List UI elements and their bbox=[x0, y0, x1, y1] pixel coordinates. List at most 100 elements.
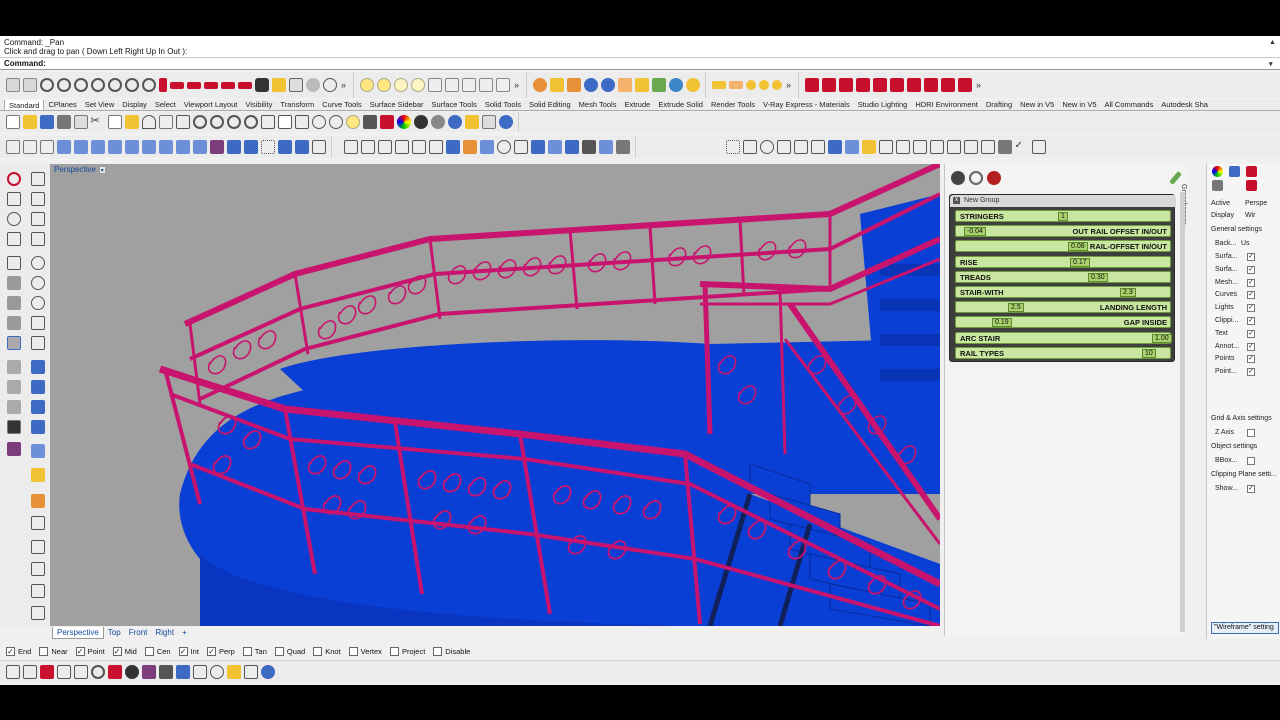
surface-corner-icon[interactable] bbox=[6, 336, 21, 350]
osnap-perp[interactable]: ✓ Perp bbox=[206, 646, 235, 656]
grid-icon[interactable] bbox=[495, 78, 510, 92]
tab-extrude-solid[interactable]: Extrude Solid bbox=[654, 100, 707, 110]
bulb-icon[interactable] bbox=[345, 115, 360, 129]
surface-icon[interactable] bbox=[73, 140, 88, 154]
render-icon[interactable] bbox=[158, 78, 167, 92]
tab-select[interactable]: Select bbox=[151, 100, 180, 110]
slider-value[interactable]: 2.5 bbox=[1008, 303, 1024, 312]
help-icon[interactable] bbox=[498, 115, 513, 129]
explode-icon[interactable] bbox=[56, 664, 71, 679]
osnap-checkbox[interactable] bbox=[242, 646, 252, 656]
tab-top[interactable]: Top bbox=[104, 627, 125, 639]
zoom-target-icon[interactable] bbox=[124, 78, 139, 92]
bim-icon[interactable] bbox=[158, 664, 173, 679]
sphere-icon[interactable] bbox=[305, 78, 320, 92]
flow-icon[interactable] bbox=[929, 140, 944, 154]
osnap-checkbox[interactable] bbox=[313, 646, 323, 656]
trim-icon[interactable] bbox=[394, 140, 409, 154]
pipe-icon[interactable] bbox=[209, 140, 224, 154]
vray-material-icon[interactable] bbox=[906, 78, 921, 92]
display-toggle-checkbox[interactable]: ✓ bbox=[1247, 304, 1255, 313]
perspective-viewport[interactable]: Perspective ▾ bbox=[50, 164, 940, 626]
bbox-checkbox[interactable] bbox=[1247, 457, 1255, 465]
tab-curve-tools[interactable]: Curve Tools bbox=[318, 100, 365, 110]
check-icon[interactable]: ✓ bbox=[1015, 140, 1029, 154]
group-icon[interactable] bbox=[30, 468, 45, 482]
zoom-icon[interactable] bbox=[90, 664, 105, 679]
tab-standard[interactable]: Standard bbox=[4, 100, 45, 110]
car-icon[interactable] bbox=[237, 81, 252, 89]
display-toggle-checkbox[interactable]: ✓ bbox=[1247, 253, 1255, 261]
polygon-icon[interactable] bbox=[30, 316, 45, 330]
tab-hdri-environment[interactable]: HDRI Environment bbox=[911, 100, 982, 110]
osnap-vertex[interactable]: Vertex bbox=[348, 646, 382, 656]
sun-icon[interactable] bbox=[711, 81, 726, 89]
vray-material-icon[interactable] bbox=[804, 78, 819, 92]
tab-surface-tools[interactable]: Surface Tools bbox=[428, 100, 481, 110]
car-icon[interactable] bbox=[220, 81, 235, 89]
copy-icon[interactable] bbox=[107, 115, 122, 129]
cylinder-icon[interactable] bbox=[22, 140, 37, 154]
arc-icon[interactable] bbox=[793, 140, 808, 154]
ball-icon[interactable] bbox=[209, 664, 224, 679]
scale-icon[interactable] bbox=[30, 584, 45, 598]
slider-out-rail-offset[interactable]: -0.04 OUT RAIL OFFSET IN/OUT bbox=[955, 225, 1171, 237]
lock-icon[interactable] bbox=[362, 115, 377, 129]
render-tab-icon[interactable] bbox=[1245, 180, 1257, 191]
disable-icon[interactable] bbox=[968, 171, 983, 185]
grasshopper-scrollbar[interactable] bbox=[1180, 192, 1185, 632]
curve-icon[interactable] bbox=[30, 232, 45, 246]
zoom-all-icon[interactable] bbox=[243, 115, 258, 129]
tab-new-in-v5[interactable]: New in V5 bbox=[1016, 100, 1058, 110]
paste-icon[interactable] bbox=[124, 115, 139, 129]
display-toggle-checkbox[interactable]: ✓ bbox=[1247, 342, 1255, 351]
align-icon[interactable] bbox=[912, 140, 927, 154]
slider-value[interactable]: 0.17 bbox=[1070, 258, 1090, 267]
align-icon[interactable] bbox=[73, 664, 88, 679]
slider-rail-offset[interactable]: 0.08 RAIL-OFFSET IN/OUT bbox=[955, 240, 1171, 252]
display-toggle-checkbox[interactable]: ✓ bbox=[1247, 329, 1255, 338]
tab-all-commands[interactable]: All Commands bbox=[1101, 100, 1158, 110]
z-axis-checkbox[interactable] bbox=[1247, 429, 1255, 437]
cylinder-icon[interactable] bbox=[6, 296, 21, 310]
vray-material-icon[interactable] bbox=[855, 78, 870, 92]
more-icon[interactable]: » bbox=[786, 80, 791, 90]
tab-solid-editing[interactable]: Solid Editing bbox=[525, 100, 575, 110]
cage-icon[interactable] bbox=[997, 140, 1012, 154]
cut-icon[interactable]: ✂ bbox=[91, 115, 105, 129]
osnap-checkbox[interactable]: ✓ bbox=[178, 646, 188, 656]
lock-icon[interactable] bbox=[427, 78, 442, 92]
extrude-curve-icon[interactable] bbox=[30, 360, 45, 374]
bulb-icon[interactable] bbox=[410, 78, 425, 92]
zoom-window-icon[interactable] bbox=[209, 115, 224, 129]
zoom-out-icon[interactable] bbox=[141, 78, 156, 92]
light-icon[interactable] bbox=[30, 494, 45, 508]
options-icon[interactable] bbox=[481, 115, 496, 129]
osnap-end[interactable]: ✓ End bbox=[6, 646, 31, 656]
move-icon[interactable] bbox=[22, 664, 37, 679]
vray-material-icon[interactable] bbox=[821, 78, 836, 92]
tab-transform[interactable]: Transform bbox=[276, 100, 318, 110]
select-icon[interactable] bbox=[5, 664, 20, 679]
bend-icon[interactable] bbox=[963, 140, 978, 154]
boolean-icon[interactable] bbox=[243, 140, 258, 154]
display-toggle-checkbox[interactable]: ✓ bbox=[1247, 368, 1255, 377]
join-icon[interactable] bbox=[428, 140, 443, 154]
mirror-icon[interactable] bbox=[30, 606, 45, 620]
sphere-icon[interactable] bbox=[6, 316, 21, 330]
rotate-icon[interactable] bbox=[827, 140, 842, 154]
slider-rail-types[interactable]: RAIL TYPES 10 bbox=[955, 347, 1171, 359]
surface-icon[interactable] bbox=[56, 140, 71, 154]
vray-icon[interactable] bbox=[39, 664, 54, 679]
lamp-icon[interactable] bbox=[771, 80, 782, 90]
sphere-shaded-icon[interactable] bbox=[413, 115, 428, 129]
display-toggle-checkbox[interactable]: ✓ bbox=[1247, 317, 1255, 325]
mesh-icon[interactable] bbox=[277, 140, 292, 154]
sun-icon[interactable] bbox=[617, 78, 632, 92]
analyze-icon[interactable] bbox=[615, 140, 630, 154]
osnap-project[interactable]: Project bbox=[389, 646, 425, 656]
tab-autodesk-sha[interactable]: Autodesk Sha bbox=[1157, 100, 1212, 110]
explode-icon[interactable] bbox=[445, 140, 460, 154]
loft-icon[interactable] bbox=[6, 380, 21, 394]
network-icon[interactable] bbox=[192, 140, 207, 154]
